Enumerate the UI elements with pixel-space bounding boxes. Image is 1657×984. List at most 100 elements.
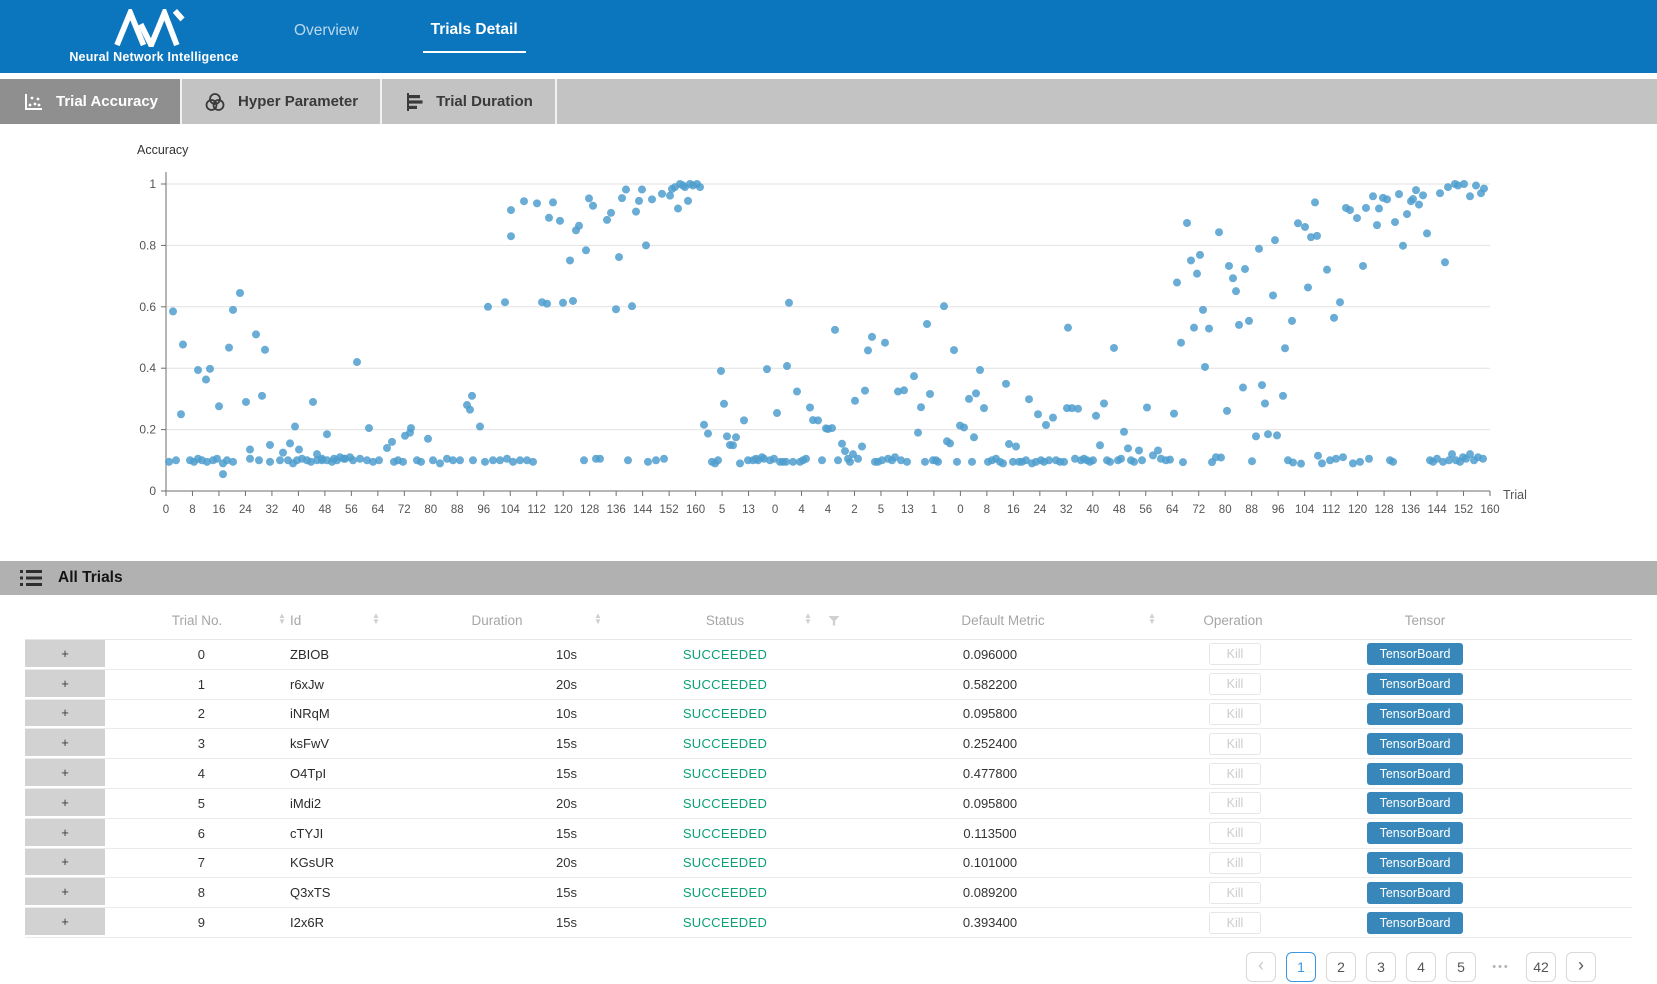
data-point[interactable] [1373, 221, 1381, 229]
data-point[interactable] [179, 341, 187, 349]
data-point[interactable] [417, 458, 425, 466]
data-point[interactable] [864, 346, 872, 354]
data-point[interactable] [1409, 195, 1417, 203]
data-point[interactable] [1025, 395, 1033, 403]
data-point[interactable] [1252, 432, 1260, 440]
data-point[interactable] [1187, 256, 1195, 264]
data-point[interactable] [854, 455, 862, 463]
sort-arrows-trial-no-icon[interactable]: ▲▼ [278, 613, 286, 625]
accuracy-scatter-chart[interactable]: Accuracy Trial 00.20.40.60.8108162432404… [0, 124, 1657, 530]
data-point[interactable] [1074, 405, 1082, 413]
data-point[interactable] [543, 300, 551, 308]
kill-button[interactable]: Kill [1209, 733, 1262, 755]
data-point[interactable] [1258, 381, 1266, 389]
data-point[interactable] [1436, 189, 1444, 197]
data-point[interactable] [165, 458, 173, 466]
data-point[interactable] [1117, 455, 1125, 463]
data-point[interactable] [612, 305, 620, 313]
data-point[interactable] [1196, 251, 1204, 259]
data-point[interactable] [1294, 219, 1302, 227]
data-point[interactable] [456, 456, 464, 464]
data-point[interactable] [1215, 228, 1223, 236]
data-point[interactable] [1323, 266, 1331, 274]
data-point[interactable] [566, 256, 574, 264]
nav-item-overview[interactable]: Overview [286, 22, 367, 52]
data-point[interactable] [704, 430, 712, 438]
data-point[interactable] [266, 441, 274, 449]
data-point[interactable] [1304, 283, 1312, 291]
data-point[interactable] [1217, 454, 1225, 462]
data-point[interactable] [793, 388, 801, 396]
data-point[interactable] [1034, 410, 1042, 418]
data-point[interactable] [353, 358, 361, 366]
data-point[interactable] [279, 449, 287, 457]
data-point[interactable] [1205, 325, 1213, 333]
tab-trial-duration[interactable]: Trial Duration [382, 79, 557, 124]
data-point[interactable] [950, 346, 958, 354]
data-point[interactable] [917, 403, 925, 411]
data-point[interactable] [1346, 206, 1354, 214]
data-point[interactable] [1375, 205, 1383, 213]
data-point[interactable] [1002, 380, 1010, 388]
data-point[interactable] [206, 365, 214, 373]
data-point[interactable] [177, 410, 185, 418]
data-point[interactable] [638, 186, 646, 194]
expand-row-button[interactable]: + [25, 878, 105, 907]
tensorboard-button[interactable]: TensorBoard [1367, 673, 1464, 695]
data-point[interactable] [1120, 428, 1128, 436]
data-point[interactable] [1045, 456, 1053, 464]
data-point[interactable] [516, 456, 524, 464]
data-point[interactable] [1183, 219, 1191, 227]
data-point[interactable] [1100, 400, 1108, 408]
data-point[interactable] [596, 455, 604, 463]
sort-arrows-status-icon[interactable]: ▲▼ [804, 613, 812, 625]
data-point[interactable] [582, 246, 590, 254]
data-point[interactable] [569, 297, 577, 305]
tensorboard-button[interactable]: TensorBoard [1367, 792, 1464, 814]
data-point[interactable] [652, 456, 660, 464]
data-point[interactable] [507, 232, 515, 240]
data-point[interactable] [194, 366, 202, 374]
data-point[interactable] [468, 392, 476, 400]
data-point[interactable] [229, 306, 237, 314]
data-point[interactable] [736, 459, 744, 467]
data-point[interactable] [236, 289, 244, 297]
kill-button[interactable]: Kill [1209, 852, 1262, 874]
data-point[interactable] [999, 459, 1007, 467]
data-point[interactable] [349, 456, 357, 464]
data-point[interactable] [806, 403, 814, 411]
data-point[interactable] [323, 430, 331, 438]
sort-arrows-default-metric-icon[interactable]: ▲▼ [1148, 613, 1156, 625]
data-point[interactable] [976, 366, 984, 374]
data-point[interactable] [1289, 458, 1297, 466]
data-point[interactable] [1311, 198, 1319, 206]
data-point[interactable] [1444, 183, 1452, 191]
data-point[interactable] [261, 346, 269, 354]
expand-row-button[interactable]: + [25, 729, 105, 758]
data-point[interactable] [1314, 452, 1322, 460]
data-point[interactable] [1353, 214, 1361, 222]
data-point[interactable] [1248, 457, 1256, 465]
data-point[interactable] [1049, 414, 1057, 422]
data-point[interactable] [388, 438, 396, 446]
data-point[interactable] [489, 456, 497, 464]
data-point[interactable] [333, 456, 341, 464]
data-point[interactable] [1403, 210, 1411, 218]
data-point[interactable] [632, 208, 640, 216]
data-point[interactable] [225, 344, 233, 352]
data-point[interactable] [740, 416, 748, 424]
data-point[interactable] [732, 433, 740, 441]
data-point[interactable] [666, 192, 674, 200]
data-point[interactable] [1179, 458, 1187, 466]
data-point[interactable] [783, 362, 791, 370]
data-point[interactable] [723, 432, 731, 440]
page-button-3[interactable]: 3 [1366, 952, 1396, 982]
data-point[interactable] [1190, 324, 1198, 332]
page-button-1[interactable]: 1 [1286, 952, 1316, 982]
data-point[interactable] [903, 458, 911, 466]
data-point[interactable] [831, 326, 839, 334]
data-point[interactable] [1269, 291, 1277, 299]
data-point[interactable] [1297, 460, 1305, 468]
data-point[interactable] [1479, 455, 1487, 463]
data-point[interactable] [940, 302, 948, 310]
